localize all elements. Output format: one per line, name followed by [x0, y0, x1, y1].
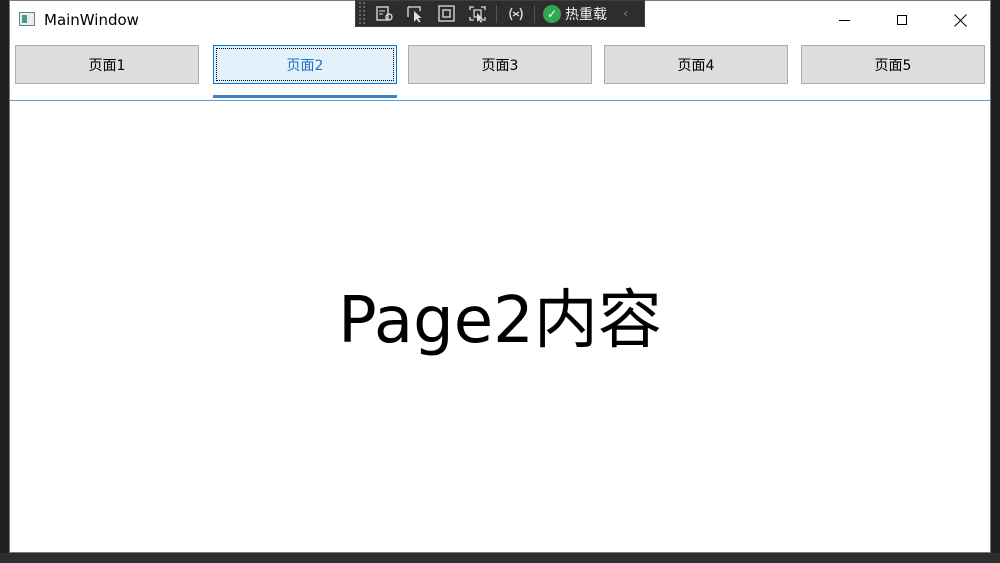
- minimize-icon: [838, 19, 850, 21]
- select-element-icon[interactable]: [373, 4, 397, 24]
- maximize-button[interactable]: [879, 1, 925, 39]
- nav-button-page2[interactable]: 页面2: [213, 45, 397, 84]
- nav-button-page1[interactable]: 页面1: [15, 45, 199, 84]
- close-button[interactable]: [937, 1, 983, 39]
- main-window: MainWindow 页面1 页面2 页面3 页面4 页面5 Page2内容: [9, 0, 991, 553]
- hot-reload-label[interactable]: 热重载: [565, 4, 607, 24]
- page-content-text: Page2内容: [338, 284, 662, 358]
- nav-button-page5[interactable]: 页面5: [801, 45, 985, 84]
- track-focus-icon[interactable]: [466, 4, 490, 24]
- hot-reload-check-icon: ✓: [543, 4, 561, 23]
- toolbar-separator: [496, 4, 497, 23]
- toolbar-grip-handle[interactable]: [358, 1, 366, 26]
- page-content-frame: Page2内容: [10, 101, 990, 552]
- toolbar-separator: [534, 4, 535, 23]
- minimize-button[interactable]: [821, 1, 867, 39]
- app-icon: [19, 12, 35, 26]
- nav-button-page4[interactable]: 页面4: [604, 45, 788, 84]
- binding-failures-icon[interactable]: [504, 4, 528, 24]
- ide-background-right: [991, 0, 1000, 563]
- maximize-icon: [897, 15, 907, 25]
- ide-background-bottom: [0, 553, 1000, 563]
- window-title: MainWindow: [44, 11, 139, 29]
- close-icon: [954, 14, 967, 27]
- active-tab-indicator: [213, 95, 397, 98]
- collapse-toolbar-chevron-icon[interactable]: ‹: [623, 6, 629, 22]
- display-adorner-icon[interactable]: [435, 4, 459, 24]
- xaml-debug-toolbar: ✓ 热重载 ‹: [355, 0, 645, 27]
- nav-button-page3[interactable]: 页面3: [408, 45, 592, 84]
- pointer-select-icon[interactable]: [404, 4, 428, 24]
